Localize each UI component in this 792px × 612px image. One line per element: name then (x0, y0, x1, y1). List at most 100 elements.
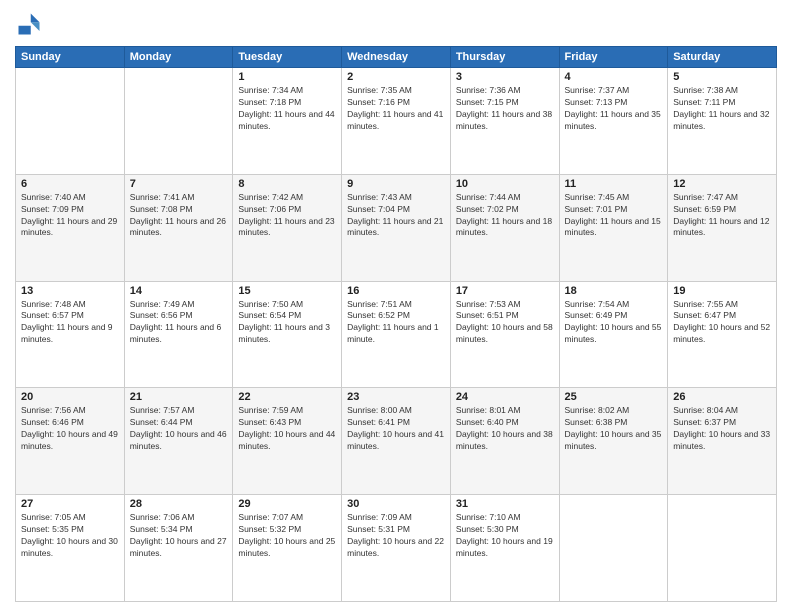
day-number: 5 (673, 71, 771, 83)
week-row-1: 1 Sunrise: 7:34 AM Sunset: 7:18 PM Daylig… (16, 68, 777, 175)
calendar-cell: 18Sunrise: 7:54 AM Sunset: 6:49 PM Dayli… (559, 281, 668, 388)
calendar-cell: 14 Sunrise: 7:49 AM Sunset: 6:56 PM Dayli… (124, 281, 233, 388)
day-info: Sunrise: 7:54 AM Sunset: 6:49 PM Dayligh… (565, 299, 663, 347)
day-number: 12 (673, 178, 771, 190)
calendar-cell: 12 Sunrise: 7:47 AM Sunset: 6:59 PM Dayli… (668, 174, 777, 281)
calendar-cell: 15 Sunrise: 7:50 AM Sunset: 6:54 PM Dayli… (233, 281, 342, 388)
week-row-5: 27 Sunrise: 7:05 AM Sunset: 5:35 PM Dayli… (16, 495, 777, 602)
day-number: 8 (238, 178, 336, 190)
calendar-cell: 23Sunrise: 8:00 AM Sunset: 6:41 PM Dayli… (342, 388, 451, 495)
day-number: 3 (456, 71, 554, 83)
day-number: 19 (673, 285, 771, 297)
calendar-cell: 9 Sunrise: 7:43 AM Sunset: 7:04 PM Daylig… (342, 174, 451, 281)
day-info: Sunrise: 7:10 AM Sunset: 5:30 PM Dayligh… (456, 512, 554, 560)
day-number: 31 (456, 498, 554, 510)
calendar-cell: 20Sunrise: 7:56 AM Sunset: 6:46 PM Dayli… (16, 388, 125, 495)
calendar-cell: 4 Sunrise: 7:37 AM Sunset: 7:13 PM Daylig… (559, 68, 668, 175)
day-number: 4 (565, 71, 663, 83)
day-info: Sunrise: 7:59 AM Sunset: 6:43 PM Dayligh… (238, 405, 336, 453)
calendar-cell: 29Sunrise: 7:07 AM Sunset: 5:32 PM Dayli… (233, 495, 342, 602)
calendar-cell: 31 Sunrise: 7:10 AM Sunset: 5:30 PM Dayli… (450, 495, 559, 602)
calendar-cell: 26Sunrise: 8:04 AM Sunset: 6:37 PM Dayli… (668, 388, 777, 495)
day-number: 16 (347, 285, 445, 297)
day-number: 17 (456, 285, 554, 297)
calendar-cell (559, 495, 668, 602)
day-number: 24 (456, 391, 554, 403)
day-info: Sunrise: 7:50 AM Sunset: 6:54 PM Dayligh… (238, 299, 336, 347)
day-number: 14 (130, 285, 228, 297)
calendar-cell: 1 Sunrise: 7:34 AM Sunset: 7:18 PM Daylig… (233, 68, 342, 175)
day-number: 10 (456, 178, 554, 190)
calendar-cell (16, 68, 125, 175)
calendar-cell: 19 Sunrise: 7:55 AM Sunset: 6:47 PM Dayli… (668, 281, 777, 388)
weekday-header-monday: Monday (124, 47, 233, 68)
calendar-cell: 3Sunrise: 7:36 AM Sunset: 7:15 PM Daylig… (450, 68, 559, 175)
week-row-2: 6 Sunrise: 7:40 AM Sunset: 7:09 PM Daylig… (16, 174, 777, 281)
day-info: Sunrise: 7:38 AM Sunset: 7:11 PM Dayligh… (673, 85, 771, 133)
day-info: Sunrise: 7:57 AM Sunset: 6:44 PM Dayligh… (130, 405, 228, 453)
day-info: Sunrise: 8:02 AM Sunset: 6:38 PM Dayligh… (565, 405, 663, 453)
calendar-cell: 7 Sunrise: 7:41 AM Sunset: 7:08 PM Daylig… (124, 174, 233, 281)
day-info: Sunrise: 7:49 AM Sunset: 6:56 PM Dayligh… (130, 299, 228, 347)
day-info: Sunrise: 7:40 AM Sunset: 7:09 PM Dayligh… (21, 192, 119, 240)
day-info: Sunrise: 7:55 AM Sunset: 6:47 PM Dayligh… (673, 299, 771, 347)
day-info: Sunrise: 7:53 AM Sunset: 6:51 PM Dayligh… (456, 299, 554, 347)
calendar-cell: 28Sunrise: 7:06 AM Sunset: 5:34 PM Dayli… (124, 495, 233, 602)
day-number: 9 (347, 178, 445, 190)
page: SundayMondayTuesdayWednesdayThursdayFrid… (0, 0, 792, 612)
day-info: Sunrise: 7:09 AM Sunset: 5:31 PM Dayligh… (347, 512, 445, 560)
day-info: Sunrise: 7:56 AM Sunset: 6:46 PM Dayligh… (21, 405, 119, 453)
week-row-4: 20Sunrise: 7:56 AM Sunset: 6:46 PM Dayli… (16, 388, 777, 495)
day-info: Sunrise: 7:35 AM Sunset: 7:16 PM Dayligh… (347, 85, 445, 133)
calendar-cell: 22 Sunrise: 7:59 AM Sunset: 6:43 PM Dayli… (233, 388, 342, 495)
day-number: 25 (565, 391, 663, 403)
day-info: Sunrise: 7:48 AM Sunset: 6:57 PM Dayligh… (21, 299, 119, 347)
day-number: 7 (130, 178, 228, 190)
day-info: Sunrise: 7:47 AM Sunset: 6:59 PM Dayligh… (673, 192, 771, 240)
day-number: 11 (565, 178, 663, 190)
day-number: 13 (21, 285, 119, 297)
calendar-cell: 25 Sunrise: 8:02 AM Sunset: 6:38 PM Dayli… (559, 388, 668, 495)
calendar-cell: 13 Sunrise: 7:48 AM Sunset: 6:57 PM Dayli… (16, 281, 125, 388)
day-number: 21 (130, 391, 228, 403)
day-number: 6 (21, 178, 119, 190)
day-info: Sunrise: 7:42 AM Sunset: 7:06 PM Dayligh… (238, 192, 336, 240)
calendar: SundayMondayTuesdayWednesdayThursdayFrid… (15, 46, 777, 602)
calendar-cell: 10 Sunrise: 7:44 AM Sunset: 7:02 PM Dayli… (450, 174, 559, 281)
calendar-cell: 24 Sunrise: 8:01 AM Sunset: 6:40 PM Dayli… (450, 388, 559, 495)
day-number: 1 (238, 71, 336, 83)
calendar-body: 1 Sunrise: 7:34 AM Sunset: 7:18 PM Daylig… (16, 68, 777, 602)
day-info: Sunrise: 7:37 AM Sunset: 7:13 PM Dayligh… (565, 85, 663, 133)
logo-icon (15, 10, 43, 38)
day-number: 30 (347, 498, 445, 510)
day-number: 22 (238, 391, 336, 403)
day-number: 26 (673, 391, 771, 403)
calendar-header: SundayMondayTuesdayWednesdayThursdayFrid… (16, 47, 777, 68)
day-number: 15 (238, 285, 336, 297)
weekday-header-wednesday: Wednesday (342, 47, 451, 68)
calendar-cell: 6 Sunrise: 7:40 AM Sunset: 7:09 PM Daylig… (16, 174, 125, 281)
calendar-cell (124, 68, 233, 175)
day-info: Sunrise: 7:06 AM Sunset: 5:34 PM Dayligh… (130, 512, 228, 560)
day-number: 23 (347, 391, 445, 403)
day-info: Sunrise: 7:41 AM Sunset: 7:08 PM Dayligh… (130, 192, 228, 240)
day-info: Sunrise: 7:34 AM Sunset: 7:18 PM Dayligh… (238, 85, 336, 133)
weekday-header-tuesday: Tuesday (233, 47, 342, 68)
weekday-header-thursday: Thursday (450, 47, 559, 68)
day-info: Sunrise: 7:44 AM Sunset: 7:02 PM Dayligh… (456, 192, 554, 240)
weekday-header-friday: Friday (559, 47, 668, 68)
calendar-cell: 21 Sunrise: 7:57 AM Sunset: 6:44 PM Dayli… (124, 388, 233, 495)
day-info: Sunrise: 7:45 AM Sunset: 7:01 PM Dayligh… (565, 192, 663, 240)
day-info: Sunrise: 7:43 AM Sunset: 7:04 PM Dayligh… (347, 192, 445, 240)
day-number: 2 (347, 71, 445, 83)
calendar-cell: 17 Sunrise: 7:53 AM Sunset: 6:51 PM Dayli… (450, 281, 559, 388)
day-info: Sunrise: 7:51 AM Sunset: 6:52 PM Dayligh… (347, 299, 445, 347)
day-number: 27 (21, 498, 119, 510)
weekday-header-sunday: Sunday (16, 47, 125, 68)
day-info: Sunrise: 7:05 AM Sunset: 5:35 PM Dayligh… (21, 512, 119, 560)
day-info: Sunrise: 8:01 AM Sunset: 6:40 PM Dayligh… (456, 405, 554, 453)
calendar-cell: 30 Sunrise: 7:09 AM Sunset: 5:31 PM Dayli… (342, 495, 451, 602)
logo (15, 10, 47, 38)
calendar-cell: 11 Sunrise: 7:45 AM Sunset: 7:01 PM Dayli… (559, 174, 668, 281)
weekday-header-saturday: Saturday (668, 47, 777, 68)
